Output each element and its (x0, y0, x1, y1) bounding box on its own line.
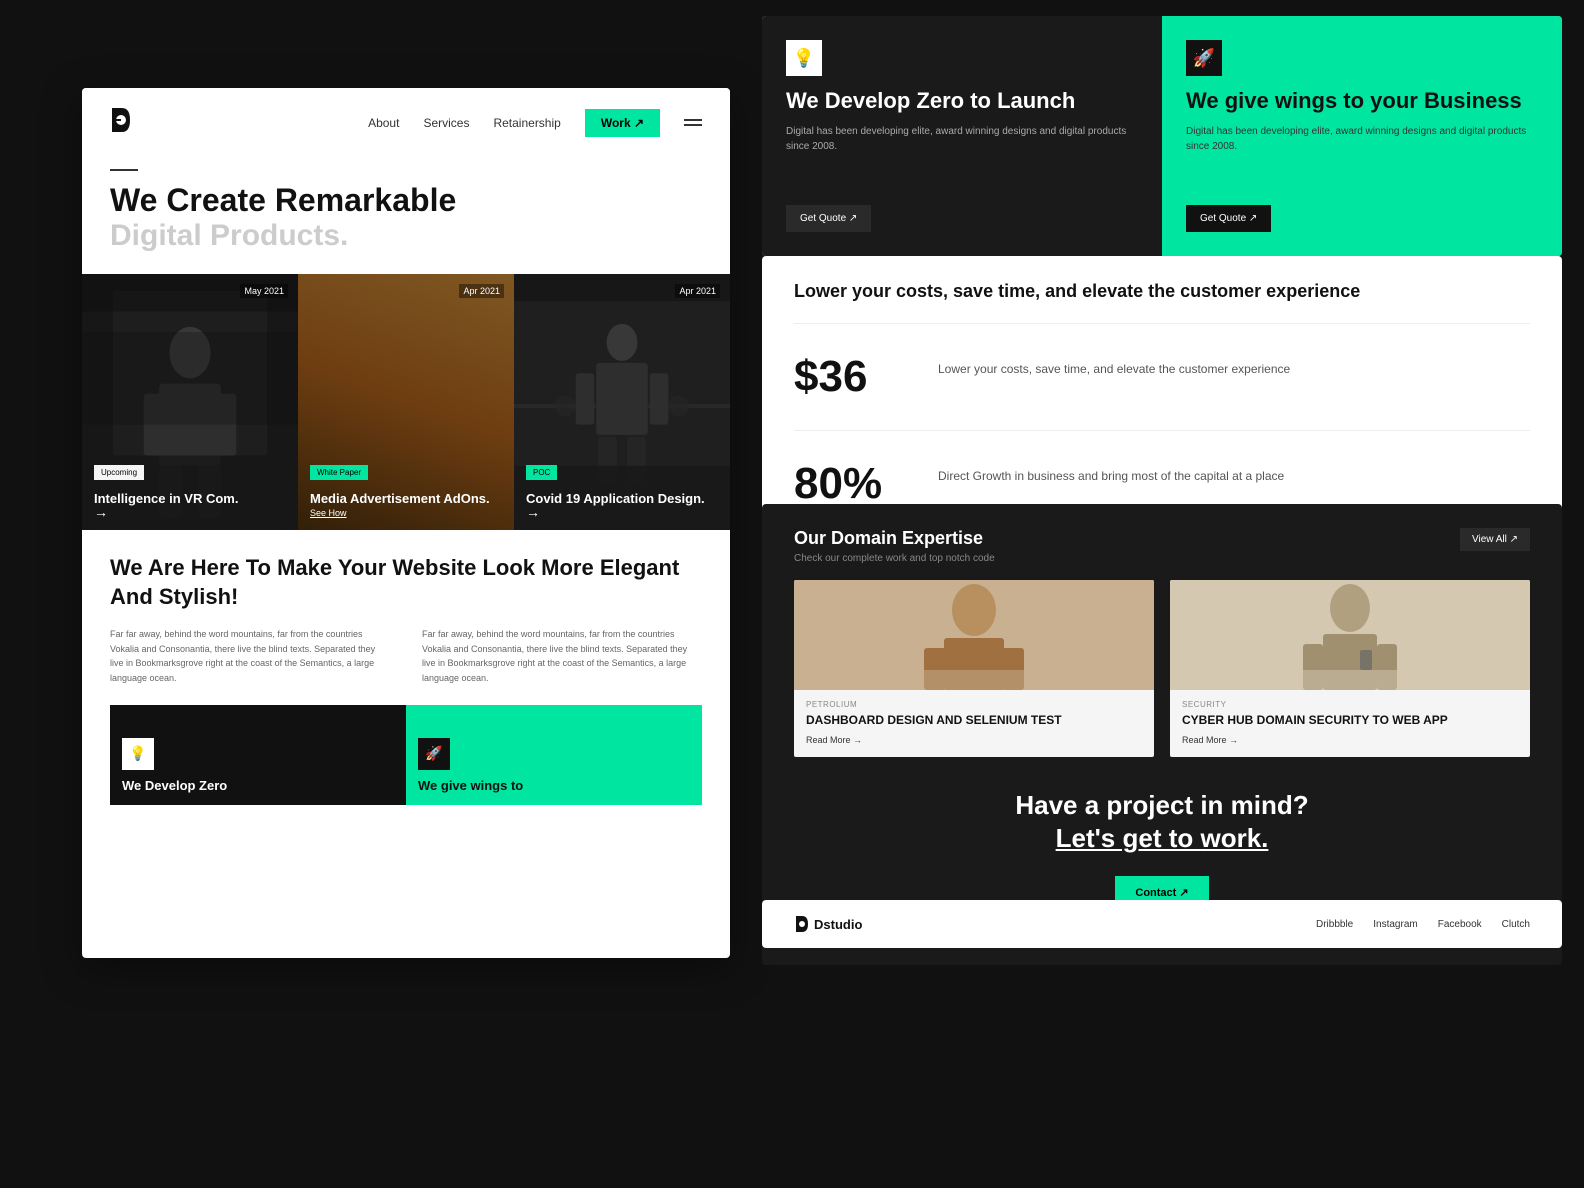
footer-bar: Dstudio Dribbble Instagram Facebook Clut… (762, 900, 1562, 948)
nav-services[interactable]: Services (423, 116, 469, 130)
bottom-section: We Are Here To Make Your Website Look Mo… (82, 530, 730, 829)
left-website-panel: About Services Retainership Work ↗ We Cr… (82, 88, 730, 958)
stat-divider-2 (794, 430, 1530, 431)
card-develop-desc: Digital has been developing elite, award… (786, 124, 1138, 154)
nav-retainership[interactable]: Retainership (493, 116, 560, 130)
domain-card-2[interactable]: SECURITY CYBER HUB DOMAIN SECURITY TO WE… (1170, 580, 1530, 757)
bottom-card-develop[interactable]: 💡 We Develop Zero (110, 705, 406, 805)
logo (110, 106, 132, 139)
hero-section: We Create Remarkable Digital Products. (82, 157, 730, 274)
bottom-card-wings[interactable]: 🚀 We give wings to (406, 705, 702, 805)
footer-link-dribbble[interactable]: Dribbble (1316, 919, 1353, 930)
card-rocket-icon: 🚀 (1186, 40, 1222, 76)
stat-desc-1: Lower your costs, save time, and elevate… (938, 352, 1290, 378)
portfolio-title-1: Intelligence in VR Com. (94, 491, 238, 508)
portfolio-item-2[interactable]: Apr 2021 White Paper Media Advertisement… (298, 274, 514, 530)
bottom-col-2: Far far away, behind the word mountains,… (422, 627, 702, 685)
domain-readmore-2[interactable]: Read More → (1182, 735, 1518, 745)
card-wings-btn[interactable]: Get Quote ↗ (1186, 205, 1271, 232)
card-develop-title: We Develop Zero to Launch (786, 88, 1138, 114)
footer-logo: Dstudio (794, 914, 862, 934)
portfolio-tag-3: POC (526, 465, 557, 480)
domain-header: Our Domain Expertise Check our complete … (794, 528, 1530, 564)
bottom-headline: We Are Here To Make Your Website Look Mo… (110, 554, 702, 611)
domain-card-2-body: SECURITY CYBER HUB DOMAIN SECURITY TO WE… (1170, 690, 1530, 757)
right-stats-section: Lower your costs, save time, and elevate… (762, 256, 1562, 545)
bulb-icon: 💡 (122, 738, 154, 770)
portfolio-date-2: Apr 2021 (459, 284, 504, 298)
bottom-card-label-1: We Develop Zero (122, 778, 227, 793)
footer-link-facebook[interactable]: Facebook (1438, 919, 1482, 930)
portfolio-title-2: Media Advertisement AdOns. (310, 491, 490, 508)
hero-divider (110, 169, 138, 171)
stats-headline: Lower your costs, save time, and elevate… (794, 280, 1530, 303)
card-develop-btn[interactable]: Get Quote ↗ (786, 205, 871, 232)
portfolio-date-3: Apr 2021 (675, 284, 720, 298)
domain-card-1[interactable]: PETROLIUM DASHBOARD DESIGN AND SELENIUM … (794, 580, 1154, 757)
portfolio-tag-2: White Paper (310, 465, 368, 480)
stat-number-1: $36 (794, 352, 914, 402)
domain-card-title-2: CYBER HUB DOMAIN SECURITY TO WEB APP (1182, 713, 1518, 729)
footer-links: Dribbble Instagram Facebook Clutch (1316, 919, 1530, 930)
domain-header-text: Our Domain Expertise Check our complete … (794, 528, 995, 564)
portfolio-arrow-3: → (526, 504, 540, 520)
domain-card-1-body: PETROLIUM DASHBOARD DESIGN AND SELENIUM … (794, 690, 1154, 757)
right-domain-section: Our Domain Expertise Check our complete … (762, 504, 1562, 965)
hamburger-icon[interactable] (684, 119, 702, 126)
bottom-cols: Far far away, behind the word mountains,… (110, 627, 702, 685)
hero-subtitle: Digital Products. (110, 218, 702, 254)
card-wings-desc: Digital has been developing elite, award… (1186, 124, 1538, 154)
bottom-card-label-2: We give wings to (418, 778, 523, 793)
portfolio-item-1[interactable]: May 2021 Upcoming Intelligence in VR Com… (82, 274, 298, 530)
domain-readmore-1[interactable]: Read More → (806, 735, 1142, 745)
hero-title: We Create Remarkable (110, 183, 702, 218)
footer-link-clutch[interactable]: Clutch (1502, 919, 1530, 930)
card-wings-title: We give wings to your Business (1186, 88, 1538, 114)
right-top-cards: 💡 We Develop Zero to Launch Digital has … (762, 16, 1562, 256)
card-develop: 💡 We Develop Zero to Launch Digital has … (762, 16, 1162, 256)
nav-about[interactable]: About (368, 116, 399, 130)
cta-title: Have a project in mind? Let's get to wor… (826, 789, 1498, 857)
bottom-cards: 💡 We Develop Zero 🚀 We give wings to (110, 705, 702, 805)
stat-desc-2: Direct Growth in business and bring most… (938, 459, 1284, 485)
portfolio-arrow-1: → (94, 504, 108, 520)
portfolio-grid: May 2021 Upcoming Intelligence in VR Com… (82, 274, 730, 530)
stat-divider-1 (794, 323, 1530, 324)
domain-title: Our Domain Expertise (794, 528, 995, 549)
domain-tag-1: PETROLIUM (806, 700, 1142, 709)
bottom-col-1: Far far away, behind the word mountains,… (110, 627, 390, 685)
navbar: About Services Retainership Work ↗ (82, 88, 730, 157)
domain-photo-1 (794, 580, 1154, 690)
nav-links: About Services Retainership Work ↗ (368, 109, 702, 137)
nav-work-button[interactable]: Work ↗ (585, 109, 660, 137)
portfolio-link-2[interactable]: See How (310, 508, 347, 518)
card-wings: 🚀 We give wings to your Business Digital… (1162, 16, 1562, 256)
domain-subtitle: Check our complete work and top notch co… (794, 553, 995, 564)
portfolio-tag-1: Upcoming (94, 465, 144, 480)
view-all-button[interactable]: View All ↗ (1460, 528, 1530, 551)
portfolio-title-3: Covid 19 Application Design. (526, 491, 705, 508)
domain-card-title-1: DASHBOARD DESIGN AND SELENIUM TEST (806, 713, 1142, 729)
domain-grid: PETROLIUM DASHBOARD DESIGN AND SELENIUM … (794, 580, 1530, 757)
rocket-icon: 🚀 (418, 738, 450, 770)
footer-link-instagram[interactable]: Instagram (1373, 919, 1417, 930)
portfolio-item-3[interactable]: Apr 2021 POC Covid 19 Application Design… (514, 274, 730, 530)
stat-row-1: $36 Lower your costs, save time, and ele… (794, 340, 1530, 414)
portfolio-date-1: May 2021 (240, 284, 288, 298)
domain-photo-2 (1170, 580, 1530, 690)
domain-tag-2: SECURITY (1182, 700, 1518, 709)
stat-number-2: 80% (794, 459, 914, 509)
card-bulb-icon: 💡 (786, 40, 822, 76)
